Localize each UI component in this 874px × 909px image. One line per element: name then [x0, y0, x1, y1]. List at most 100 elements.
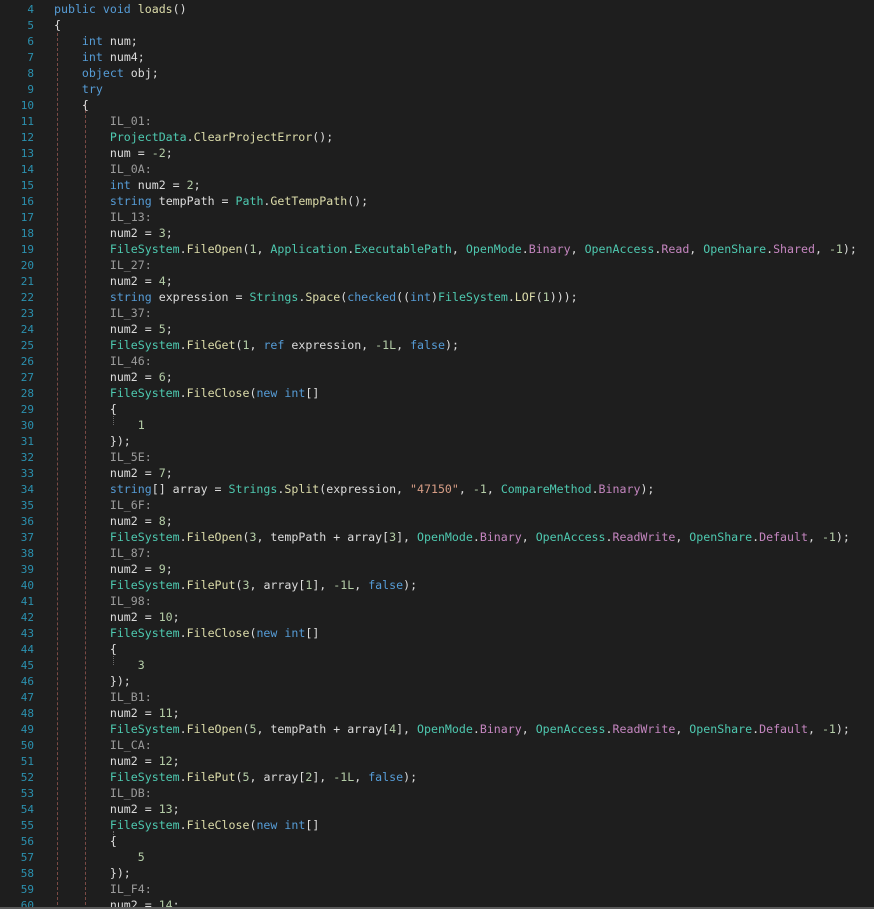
code-text[interactable]: IL_87: [54, 545, 152, 561]
code-line[interactable]: 27 num2 = 6; [0, 369, 874, 385]
code-line[interactable]: 28 FileSystem.FileClose(new int[] [0, 385, 874, 401]
code-text[interactable]: IL_46: [54, 353, 152, 369]
code-line[interactable]: 56 { [0, 833, 874, 849]
code-line[interactable]: 17 IL_13: [0, 209, 874, 225]
code-text[interactable]: IL_01: [54, 113, 152, 129]
code-line[interactable]: 57 5 [0, 849, 874, 865]
code-text[interactable]: { [54, 641, 117, 657]
code-text[interactable]: string tempPath = Path.GetTempPath(); [54, 193, 368, 209]
code-text[interactable]: num2 = 12; [54, 753, 180, 769]
code-text[interactable]: num2 = 8; [54, 513, 173, 529]
code-line[interactable]: 6 int num; [0, 33, 874, 49]
code-text[interactable]: IL_0A: [54, 161, 152, 177]
code-text[interactable]: FileSystem.FileClose(new int[] [54, 385, 319, 401]
code-editor[interactable]: 4 public void loads() 5{6 int num; 7 int nu… [0, 1, 874, 909]
code-line[interactable]: 22 string expression = Strings. Space (che… [0, 289, 874, 305]
code-line[interactable]: 35 IL_6F: [0, 497, 874, 513]
code-text[interactable]: num2 = 11; [54, 705, 180, 721]
code-text[interactable]: num2 = 13; [54, 801, 180, 817]
code-text[interactable]: num2 = 9; [54, 561, 173, 577]
code-line[interactable]: 43 FileSystem.FileClose(new int[] [0, 625, 874, 641]
code-line[interactable]: 34 string[] array = Strings. Split(expres… [0, 481, 874, 497]
code-line[interactable]: 11 IL_01: [0, 113, 874, 129]
code-line[interactable]: 55 FileSystem.FileClose(new int[] [0, 817, 874, 833]
code-text[interactable]: FileSystem.FileOpen(3, tempPath + array[… [54, 529, 850, 545]
code-line[interactable]: 9 try [0, 81, 874, 97]
code-text[interactable]: FileSystem.FileClose(new int[] [54, 625, 319, 641]
code-text[interactable]: num2 = 3; [54, 225, 173, 241]
code-text[interactable]: IL_CA: [54, 737, 152, 753]
code-text[interactable]: IL_37: [54, 305, 152, 321]
code-line[interactable]: 42 num2 = 10; [0, 609, 874, 625]
code-line[interactable]: 13 num = -2; [0, 145, 874, 161]
code-text[interactable]: FileSystem.FilePut(3, array[1], -1L, fal… [54, 577, 417, 593]
code-line[interactable]: 8 object obj; [0, 65, 874, 81]
code-text[interactable]: IL_F4: [54, 881, 152, 897]
code-line[interactable]: 38 IL_87: [0, 545, 874, 561]
code-text[interactable]: num2 = 6; [54, 369, 173, 385]
code-text[interactable]: IL_5E: [54, 449, 152, 465]
code-text[interactable]: IL_13: [54, 209, 152, 225]
code-text[interactable]: FileSystem.FileOpen(5, tempPath + array[… [54, 721, 850, 737]
code-line[interactable]: 20 IL_27: [0, 257, 874, 273]
code-line[interactable]: 52 FileSystem.FilePut(5, array[2], -1L, … [0, 769, 874, 785]
code-line[interactable]: 10 { [0, 97, 874, 113]
code-text[interactable]: 3 [54, 657, 145, 673]
code-line[interactable]: 21 num2 = 4; [0, 273, 874, 289]
code-text[interactable]: public void loads() [54, 1, 187, 17]
code-line[interactable]: 19 FileSystem.FileOpen(1, Application.Ex… [0, 241, 874, 257]
code-text[interactable]: IL_98: [54, 593, 152, 609]
code-line[interactable]: 7 int num4; [0, 49, 874, 65]
code-line[interactable]: 45 3 [0, 657, 874, 673]
code-text[interactable]: int num; [54, 33, 138, 49]
code-line[interactable]: 5{ [0, 17, 874, 33]
code-line[interactable]: 39 num2 = 9; [0, 561, 874, 577]
code-line[interactable]: 30 1 [0, 417, 874, 433]
code-text[interactable]: try [54, 81, 103, 97]
code-line[interactable]: 16 string tempPath = Path.GetTempPath(); [0, 193, 874, 209]
code-text[interactable]: FileSystem.FilePut(5, array[2], -1L, fal… [54, 769, 417, 785]
code-text[interactable]: }); [54, 673, 131, 689]
code-text[interactable]: num = -2; [54, 145, 173, 161]
code-text[interactable]: num2 = 10; [54, 609, 180, 625]
code-text[interactable]: { [54, 97, 89, 113]
code-text[interactable]: FileSystem.FileGet(1, ref expression, -1… [54, 337, 459, 353]
code-line[interactable]: 4 public void loads() [0, 1, 874, 17]
code-line[interactable]: 33 num2 = 7; [0, 465, 874, 481]
code-line[interactable]: 50 IL_CA: [0, 737, 874, 753]
code-text[interactable]: { [54, 401, 117, 417]
code-line[interactable]: 40 FileSystem.FilePut(3, array[1], -1L, … [0, 577, 874, 593]
code-line[interactable]: 26 IL_46: [0, 353, 874, 369]
code-line[interactable]: 46 }); [0, 673, 874, 689]
code-line[interactable]: 37 FileSystem.FileOpen(3, tempPath + arr… [0, 529, 874, 545]
code-line[interactable]: 58 }); [0, 865, 874, 881]
code-line[interactable]: 23 IL_37: [0, 305, 874, 321]
code-line[interactable]: 25 FileSystem.FileGet(1, ref expression,… [0, 337, 874, 353]
code-text[interactable]: num2 = 7; [54, 465, 173, 481]
code-line[interactable]: 24 num2 = 5; [0, 321, 874, 337]
code-line[interactable]: 49 FileSystem.FileOpen(5, tempPath + arr… [0, 721, 874, 737]
code-text[interactable]: 5 [54, 849, 145, 865]
code-text[interactable]: int num2 = 2; [54, 177, 201, 193]
code-text[interactable]: ProjectData.ClearProjectError(); [54, 129, 333, 145]
code-text[interactable]: num2 = 5; [54, 321, 173, 337]
code-line[interactable]: 59 IL_F4: [0, 881, 874, 897]
code-line[interactable]: 36 num2 = 8; [0, 513, 874, 529]
code-text[interactable]: IL_DB: [54, 785, 152, 801]
code-line[interactable]: 12 ProjectData.ClearProjectError(); [0, 129, 874, 145]
code-line[interactable]: 15 int num2 = 2; [0, 177, 874, 193]
code-text[interactable]: 1 [54, 417, 145, 433]
code-text[interactable]: }); [54, 865, 131, 881]
code-text[interactable]: IL_6F: [54, 497, 152, 513]
code-line[interactable]: 31 }); [0, 433, 874, 449]
code-text[interactable]: IL_B1: [54, 689, 152, 705]
code-line[interactable]: 47 IL_B1: [0, 689, 874, 705]
code-text[interactable]: object obj; [54, 65, 159, 81]
code-text[interactable]: }); [54, 433, 131, 449]
code-line[interactable]: 48 num2 = 11; [0, 705, 874, 721]
code-text[interactable]: { [54, 833, 117, 849]
code-text[interactable]: string[] array = Strings. Split(expressio… [54, 481, 655, 497]
code-text[interactable]: int num4; [54, 49, 145, 65]
code-text[interactable]: string expression = Strings. Space (checke… [54, 289, 578, 305]
code-line[interactable]: 32 IL_5E: [0, 449, 874, 465]
